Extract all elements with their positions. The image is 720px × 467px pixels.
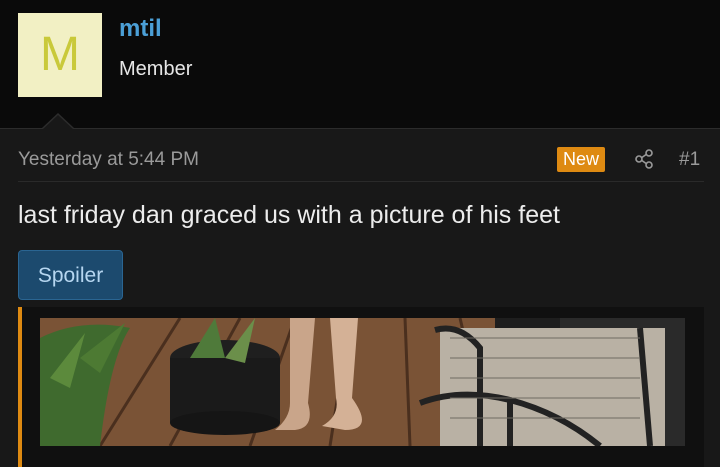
spoiler-content [18,307,704,467]
post-number-link[interactable]: #1 [679,149,700,171]
spoiler-button[interactable]: Spoiler [18,250,123,300]
username-link[interactable]: mtil [119,15,162,43]
post-pointer-fill [43,115,73,129]
new-badge: New [557,147,606,172]
avatar[interactable]: M [18,13,102,97]
user-title: Member [119,58,193,80]
post-header: Yesterday at 5:44 PM New #1 [18,147,704,182]
user-info: M mtil Member [0,0,720,128]
post-photo[interactable] [40,318,685,446]
post-body: Yesterday at 5:44 PM New #1 last friday … [0,128,720,467]
share-icon[interactable] [633,148,655,170]
post-message: last friday dan graced us with a picture… [18,201,560,229]
post-timestamp[interactable]: Yesterday at 5:44 PM [18,149,199,171]
